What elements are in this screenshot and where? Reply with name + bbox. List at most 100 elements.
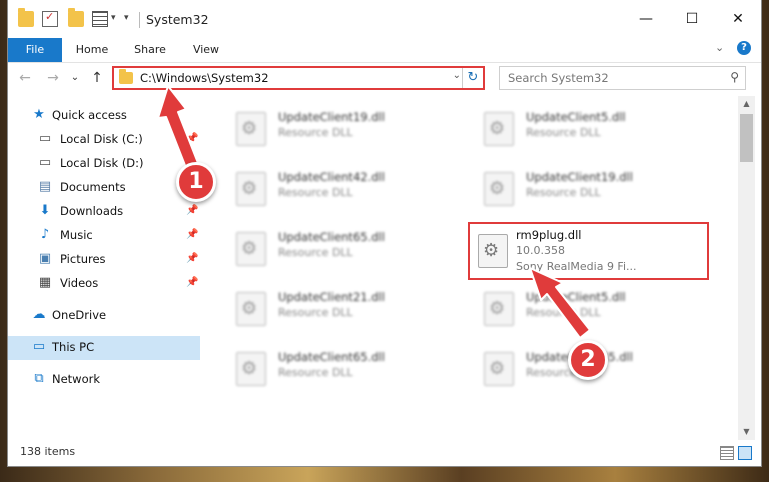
forward-button[interactable]: → xyxy=(44,69,62,87)
music-icon: ♪ xyxy=(40,227,50,242)
window-title: System32 xyxy=(146,12,209,27)
scroll-thumb[interactable] xyxy=(740,114,753,162)
sidebar-item-videos[interactable]: ▦ Videos 📌 xyxy=(8,272,200,296)
address-path[interactable]: C:\Windows\System32 xyxy=(140,71,269,85)
ribbon-tabs: File Home Share View ⌄ xyxy=(8,38,761,63)
file-type: Resource DLL xyxy=(278,126,353,139)
sidebar-item-documents[interactable]: ▤ Documents xyxy=(8,176,200,200)
highlighted-file-tile[interactable]: rm9plug.dll 10.0.358 Sony RealMedia 9 Fi… xyxy=(468,222,709,280)
sidebar-item-label: Videos xyxy=(60,276,99,290)
onedrive-icon: ☁ xyxy=(32,307,46,322)
refresh-icon[interactable]: ↻ xyxy=(462,68,483,88)
sidebar-item-label: OneDrive xyxy=(52,308,107,322)
file-tile[interactable]: UpdateClient65.dll Resource DLL xyxy=(208,220,438,272)
file-type: Resource DLL xyxy=(526,306,601,319)
file-name: UpdateClient19.dll xyxy=(526,170,633,184)
sidebar-item-downloads[interactable]: ⬇ Downloads 📌 xyxy=(8,200,200,224)
folder-icon xyxy=(119,69,133,84)
file-name: UpdateClient5.dll xyxy=(526,110,626,124)
up-button[interactable]: ↑ xyxy=(88,69,106,87)
search-box[interactable]: Search System32 ⚲ xyxy=(499,66,746,90)
file-type: Resource DLL xyxy=(278,366,353,379)
new-folder-icon[interactable] xyxy=(68,8,84,27)
pin-icon: 📌 xyxy=(186,229,199,240)
back-button[interactable]: ← xyxy=(16,69,34,87)
pin-icon: 📌 xyxy=(186,205,199,216)
pin-icon: 📌 xyxy=(186,253,199,264)
folder-icon xyxy=(18,8,34,27)
pin-icon: 📌 xyxy=(186,133,199,144)
file-description: Sony RealMedia 9 Fi... xyxy=(516,260,637,273)
file-name: UpdateClient21.dll xyxy=(278,290,385,304)
address-dropdown-icon[interactable]: ⌄ xyxy=(453,70,461,81)
file-type: Resource DLL xyxy=(278,186,353,199)
file-name: UpdateClient42.dll xyxy=(278,170,385,184)
file-tile[interactable]: UpdateClient21.dll Resource DLL xyxy=(208,280,438,332)
file-tile[interactable]: UpdateClient42.dll Resource DLL xyxy=(208,160,438,212)
recent-locations-icon[interactable]: ⌄ xyxy=(66,69,84,87)
file-tile[interactable]: UpdateClient65.dll Resource DLL xyxy=(208,340,438,392)
tiles-view-icon[interactable] xyxy=(738,446,752,460)
file-type: Resource DLL xyxy=(278,306,353,319)
sidebar-item-local-disk-d[interactable]: ▭ Local Disk (D:) xyxy=(8,152,200,176)
status-bar: 138 items xyxy=(8,442,761,464)
item-count: 138 items xyxy=(20,445,76,458)
file-type: Resource DLL xyxy=(526,126,601,139)
dll-file-icon xyxy=(236,172,266,206)
step-1-badge: 1 xyxy=(176,162,216,202)
navigation-bar: ← → ⌄ ↑ C:\Windows\System32 ⌄ ↻ Search S… xyxy=(8,63,761,95)
help-icon[interactable]: ? xyxy=(737,41,751,55)
tab-file[interactable]: File xyxy=(8,38,62,62)
dll-file-icon xyxy=(484,352,514,386)
computer-icon: ▭ xyxy=(32,339,46,354)
sidebar-item-this-pc[interactable]: ▭ This PC xyxy=(8,336,200,360)
view-options-icon[interactable] xyxy=(92,11,108,27)
quick-access-toolbar-caret-icon[interactable]: ▾ xyxy=(111,13,116,23)
sidebar-item-pictures[interactable]: ▣ Pictures 📌 xyxy=(8,248,200,272)
expand-ribbon-icon[interactable]: ⌄ xyxy=(715,41,724,54)
sidebar-item-quick-access[interactable]: ★ Quick access xyxy=(8,104,200,128)
sidebar-item-label: Documents xyxy=(60,180,126,194)
dll-file-icon xyxy=(484,112,514,146)
videos-icon: ▦ xyxy=(38,275,52,290)
address-bar[interactable]: C:\Windows\System32 ⌄ ↻ xyxy=(112,66,485,90)
properties-icon[interactable] xyxy=(42,10,58,27)
details-view-icon[interactable] xyxy=(720,446,734,460)
downloads-icon: ⬇ xyxy=(39,203,51,218)
maximize-button[interactable]: ☐ xyxy=(669,0,715,38)
close-button[interactable]: ✕ xyxy=(715,0,761,38)
search-icon[interactable]: ⚲ xyxy=(730,70,739,84)
scroll-up-icon[interactable]: ▲ xyxy=(738,96,755,112)
search-input[interactable]: Search System32 xyxy=(508,71,609,85)
sidebar-item-label: This PC xyxy=(52,340,95,354)
dll-file-icon xyxy=(236,292,266,326)
file-tile[interactable]: UpdateClient5.dll Resource DLL xyxy=(456,280,686,332)
minimize-button[interactable]: — xyxy=(623,0,669,38)
vertical-scrollbar[interactable]: ▲ ▼ xyxy=(738,96,755,440)
sidebar-item-onedrive[interactable]: ☁ OneDrive xyxy=(8,304,200,328)
title-bar: ▾ ▾ System32 — ☐ ✕ xyxy=(8,0,761,38)
file-name: rm9plug.dll xyxy=(516,228,582,242)
tab-share[interactable]: Share xyxy=(124,38,176,62)
sidebar-item-label: Quick access xyxy=(52,108,127,122)
file-tile[interactable]: UpdateClient19.dll Resource DLL xyxy=(456,160,686,212)
navigation-pane: ★ Quick access ▭ Local Disk (C:) 📌 ▭ Loc… xyxy=(8,96,200,440)
file-type: Resource DLL xyxy=(278,246,353,259)
sidebar-item-label: Local Disk (D:) xyxy=(60,156,144,170)
sidebar-item-local-disk-c[interactable]: ▭ Local Disk (C:) 📌 xyxy=(8,128,200,152)
file-name: UpdateClient5.dll xyxy=(526,290,626,304)
dll-file-icon xyxy=(484,292,514,326)
file-tile[interactable]: UpdateClient5.dll Resource DLL xyxy=(456,100,686,152)
file-type: Resource DLL xyxy=(526,186,601,199)
scroll-down-icon[interactable]: ▼ xyxy=(738,424,755,440)
file-tile[interactable]: UpdateClient19.dll Resource DLL xyxy=(208,100,438,152)
step-2-badge: 2 xyxy=(568,340,608,380)
title-divider xyxy=(139,12,140,28)
file-name: UpdateClient19.dll xyxy=(278,110,385,124)
tab-view[interactable]: View xyxy=(180,38,232,62)
customize-toolbar-icon[interactable]: ▾ xyxy=(124,13,129,23)
sidebar-item-network[interactable]: ⧉ Network xyxy=(8,368,200,392)
sidebar-item-label: Network xyxy=(52,372,101,386)
sidebar-item-music[interactable]: ♪ Music 📌 xyxy=(8,224,200,248)
tab-home[interactable]: Home xyxy=(66,38,118,62)
